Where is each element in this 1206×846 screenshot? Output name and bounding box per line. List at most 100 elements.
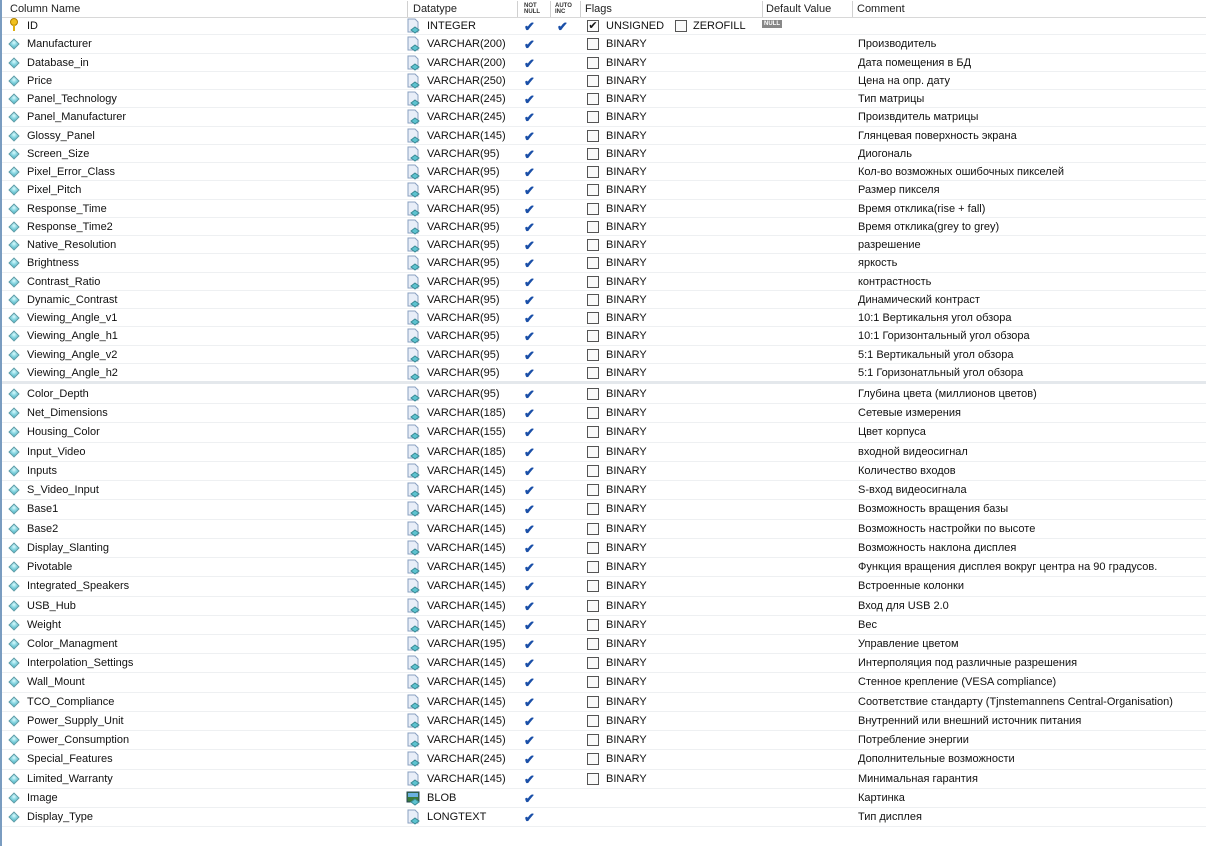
column-row[interactable]: Screen_Size VARCHAR(95) ✔ BINARY Диогональ [2,145,1206,163]
column-comment[interactable]: Вес [858,619,877,631]
column-comment[interactable]: Количество входов [858,465,956,477]
column-row[interactable]: Response_Time VARCHAR(95) ✔ BINARY Время отк… [2,200,1206,218]
not-null-check-icon[interactable]: ✔ [524,733,535,749]
column-name[interactable]: Price [27,75,52,87]
binary-checkbox[interactable] [587,753,599,766]
column-datatype[interactable]: VARCHAR(145) [427,657,506,669]
not-null-check-icon[interactable]: ✔ [524,752,535,768]
column-row[interactable]: Interpolation_Settings VARCHAR(145) ✔ BINAR… [2,654,1206,674]
binary-checkbox[interactable] [587,239,599,251]
binary-checkbox[interactable] [587,184,599,197]
column-datatype[interactable]: VARCHAR(95) [427,276,500,288]
column-name[interactable]: Weight [27,619,61,631]
column-row[interactable]: Net_Dimensions VARCHAR(185) ✔ BINARY Сетевые… [2,404,1206,424]
column-row[interactable]: Viewing_Angle_h2 VARCHAR(95) ✔ BINARY 5:1 Го… [2,364,1206,382]
binary-checkbox[interactable] [587,56,599,69]
binary-checkbox[interactable] [587,676,599,689]
binary-checkbox[interactable] [587,348,599,361]
column-name[interactable]: Image [27,792,58,804]
not-null-check-icon[interactable]: ✔ [524,541,535,557]
binary-checkbox[interactable] [587,464,599,477]
column-comment[interactable]: Дата помещения в БД [858,57,971,69]
binary-checkbox[interactable] [587,503,599,516]
column-row[interactable]: USB_Hub VARCHAR(145) ✔ BINARY Вход для USB 2… [2,597,1206,616]
column-name[interactable]: S_Video_Input [27,484,99,496]
column-row[interactable]: Pixel_Pitch VARCHAR(95) ✔ BINARY Размер пикс… [2,181,1206,200]
column-row[interactable]: S_Video_Input VARCHAR(145) ✔ BINARY S-вход в… [2,481,1206,501]
column-comment[interactable]: 5:1 Вертикальный угол обзора [858,349,1013,361]
binary-checkbox[interactable] [587,74,599,87]
column-row[interactable]: Viewing_Angle_h1 VARCHAR(95) ✔ BINARY 10:1 Г… [2,327,1206,346]
column-name[interactable]: Response_Time2 [27,221,113,233]
column-name[interactable]: Housing_Color [27,426,100,438]
column-comment[interactable]: контрастность [858,276,931,288]
column-comment[interactable]: Возможность наклона дисплея [858,542,1016,554]
binary-checkbox[interactable] [587,618,599,631]
unsigned-checkbox[interactable]: ✔ [587,20,599,32]
column-datatype[interactable]: VARCHAR(95) [427,294,500,306]
not-null-check-icon[interactable]: ✔ [524,220,535,236]
column-comment[interactable]: Встроенные колонки [858,580,964,592]
column-name[interactable]: ID [27,20,38,32]
column-row[interactable]: Viewing_Angle_v1 VARCHAR(95) ✔ BINARY 10:1 В… [2,309,1206,328]
column-comment[interactable]: Кол-во возможных ошибочных пикселей [858,166,1064,178]
binary-checkbox[interactable] [587,407,599,420]
binary-checkbox[interactable] [587,147,599,160]
not-null-check-icon[interactable]: ✔ [524,92,535,108]
not-null-check-icon[interactable]: ✔ [524,637,535,653]
not-null-check-icon[interactable]: ✔ [524,714,535,730]
column-name[interactable]: TCO_Compliance [27,696,114,708]
column-datatype[interactable]: VARCHAR(145) [427,600,506,612]
column-row[interactable]: Weight VARCHAR(145) ✔ BINARY Вес [2,616,1206,635]
column-datatype[interactable]: VARCHAR(95) [427,312,500,324]
column-comment[interactable]: Возможность настройки по высоте [858,523,1035,535]
column-comment[interactable]: Время отклика(rise + fall) [858,203,985,215]
binary-checkbox[interactable] [587,484,599,497]
column-row[interactable]: Display_Slanting VARCHAR(145) ✔ BINARY Возмо… [2,539,1206,559]
not-null-check-icon[interactable]: ✔ [524,445,535,461]
column-comment[interactable]: 10:1 Горизонтальный угол обзора [858,330,1030,342]
column-datatype[interactable]: BLOB [427,792,456,804]
not-null-check-icon[interactable]: ✔ [524,425,535,441]
column-comment[interactable]: входной видеосигнал [858,446,968,458]
not-null-check-icon[interactable]: ✔ [524,256,535,272]
not-null-check-icon[interactable]: ✔ [524,810,535,826]
not-null-check-icon[interactable]: ✔ [524,599,535,615]
column-row[interactable]: Pixel_Error_Class VARCHAR(95) ✔ BINARY Кол-в… [2,163,1206,182]
column-datatype[interactable]: VARCHAR(95) [427,349,500,361]
not-null-check-icon[interactable]: ✔ [524,406,535,422]
column-comment[interactable]: Глянцевая поверхность экрана [858,130,1017,142]
column-datatype[interactable]: VARCHAR(95) [427,388,500,400]
binary-checkbox[interactable] [587,366,599,379]
column-datatype[interactable]: VARCHAR(95) [427,330,500,342]
column-row[interactable]: Display_Type LONGTEXT ✔ Тип дисплея [2,808,1206,828]
column-datatype[interactable]: VARCHAR(95) [427,221,500,233]
column-row[interactable]: Limited_Warranty VARCHAR(145) ✔ BINARY Миним… [2,770,1206,789]
column-name[interactable]: Base2 [27,523,58,535]
column-comment[interactable]: Цена на опр. дату [858,75,950,87]
column-row[interactable]: ID INTEGER ✔ ✔ ✔ UNSIGNED ZEROFILL NULL [2,17,1206,36]
not-null-check-icon[interactable]: ✔ [524,74,535,90]
column-comment[interactable]: Глубина цвета (миллионов цветов) [858,388,1037,400]
not-null-check-icon[interactable]: ✔ [524,275,535,291]
not-null-check-icon[interactable]: ✔ [524,656,535,672]
column-name[interactable]: Integrated_Speakers [27,580,129,592]
column-name[interactable]: Viewing_Angle_v1 [27,312,117,324]
column-row[interactable]: Brightness VARCHAR(95) ✔ BINARY яркость [2,254,1206,273]
column-name[interactable]: Screen_Size [27,148,89,160]
column-datatype[interactable]: VARCHAR(145) [427,130,506,142]
binary-checkbox[interactable] [587,714,599,727]
binary-checkbox[interactable] [587,293,599,306]
column-name[interactable]: Contrast_Ratio [27,276,100,288]
binary-checkbox[interactable] [587,580,599,593]
column-name[interactable]: Dynamic_Contrast [27,294,117,306]
binary-checkbox[interactable] [587,772,599,785]
column-name[interactable]: Limited_Warranty [27,773,113,785]
column-datatype[interactable]: VARCHAR(145) [427,465,506,477]
column-name[interactable]: Color_Managment [27,638,118,650]
column-datatype[interactable]: VARCHAR(95) [427,239,500,251]
column-row[interactable]: Pivotable VARCHAR(145) ✔ BINARY Функция вращ… [2,558,1206,578]
column-datatype[interactable]: VARCHAR(145) [427,561,506,573]
column-name[interactable]: Special_Features [27,753,113,765]
not-null-check-icon[interactable]: ✔ [524,311,535,327]
